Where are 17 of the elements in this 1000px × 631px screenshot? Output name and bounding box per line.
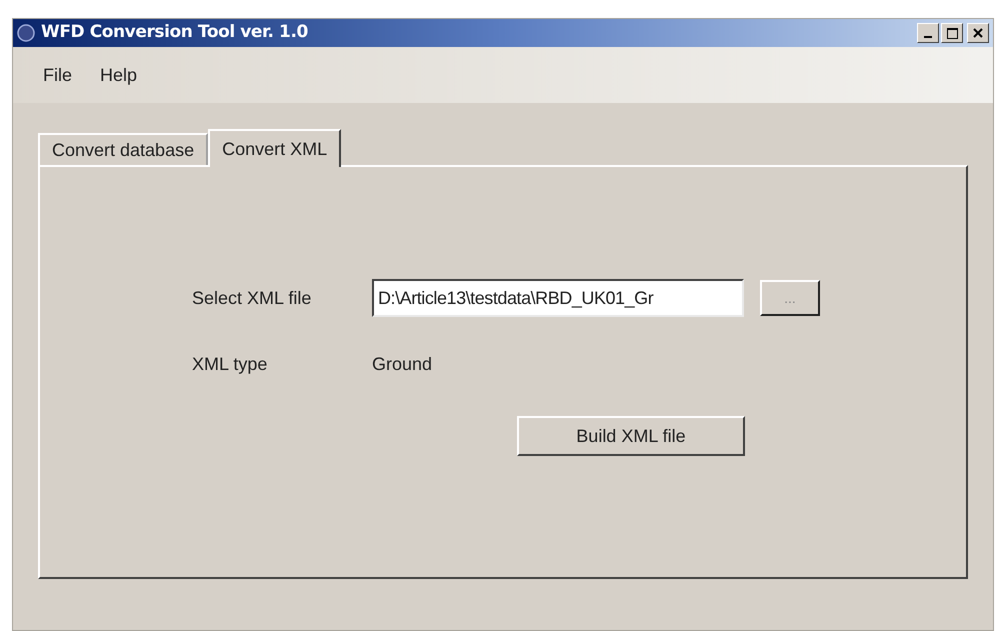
file-path-field[interactable]: D:\Article13\testdata\RBD_UK01_Gr [372,279,744,317]
menu-item[interactable]: File [43,62,72,88]
tab[interactable]: Convert XML [208,129,342,167]
menu-item[interactable]: Help [100,62,138,88]
minimize-icon [924,36,932,38]
window-title: WFD Conversion Tool ver. 1.0 [41,21,308,44]
tab[interactable]: Convert database [38,133,208,165]
field-label: XML type [192,353,268,376]
field-label: Select XML file [192,286,312,310]
maximize-icon [946,28,958,38]
app-icon [17,24,35,42]
build-button[interactable]: Build XML file [517,416,745,456]
minimize-button[interactable] [917,23,939,43]
close-button[interactable] [967,23,989,43]
close-icon [973,28,983,38]
type-value: Ground [372,353,432,376]
maximize-button[interactable] [941,23,963,43]
